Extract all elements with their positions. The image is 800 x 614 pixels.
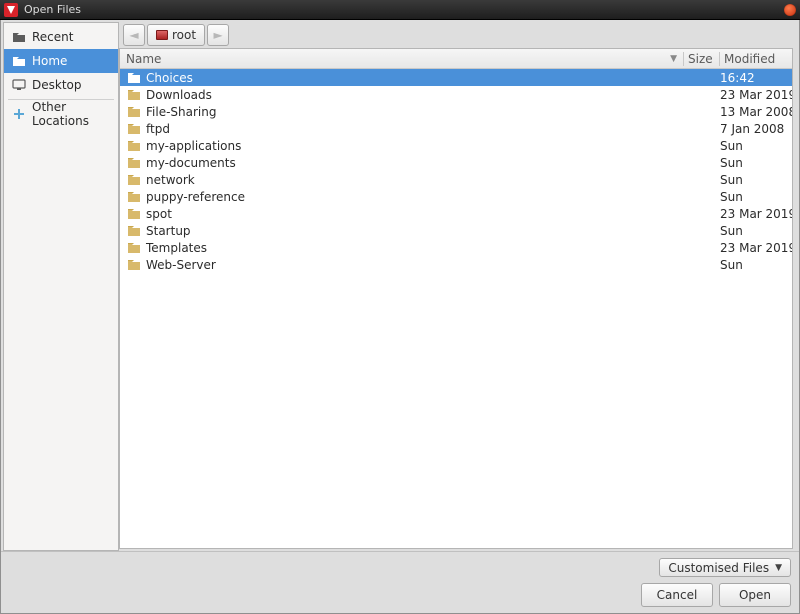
open-button[interactable]: Open (719, 583, 791, 607)
file-name: File-Sharing (142, 105, 684, 119)
file-row[interactable]: my-documents Sun (120, 154, 792, 171)
nav-forward-button[interactable]: ► (207, 24, 229, 46)
folder-icon (126, 259, 142, 271)
file-name: puppy-reference (142, 190, 684, 204)
column-header-size[interactable]: Size (684, 52, 720, 66)
button-label: Cancel (657, 588, 698, 602)
sidebar-item-recent[interactable]: Recent (4, 25, 118, 49)
sidebar-item-other-locations[interactable]: Other Locations (4, 102, 118, 126)
desktop-icon (12, 78, 26, 92)
file-name: Startup (142, 224, 684, 238)
file-filter-label: Customised Files (668, 561, 769, 575)
sidebar-item-label: Recent (32, 30, 73, 44)
file-row[interactable]: Web-Server Sun (120, 256, 792, 273)
column-header-modified[interactable]: Modified (720, 52, 792, 66)
folder-icon (12, 30, 26, 44)
file-modified: 7 Jan 2008 (720, 122, 792, 136)
sidebar-item-label: Desktop (32, 78, 82, 92)
column-header-name[interactable]: Name ▼ (120, 52, 684, 66)
file-name: spot (142, 207, 684, 221)
file-row[interactable]: puppy-reference Sun (120, 188, 792, 205)
file-name: my-documents (142, 156, 684, 170)
button-label: Open (739, 588, 771, 602)
dialog-footer: Customised Files ▼ Cancel Open (1, 551, 799, 613)
file-modified: Sun (720, 173, 792, 187)
file-filter-dropdown[interactable]: Customised Files ▼ (659, 558, 791, 577)
app-icon (4, 3, 18, 17)
file-modified: 23 Mar 2019 (720, 241, 792, 255)
nav-back-button[interactable]: ◄ (123, 24, 145, 46)
file-list: Name ▼ Size Modified Choices16:42Downloa… (119, 48, 793, 549)
sidebar-item-home[interactable]: Home (4, 49, 118, 73)
sidebar-item-desktop[interactable]: Desktop (4, 73, 118, 97)
folder-icon (126, 242, 142, 254)
file-modified: Sun (720, 156, 792, 170)
file-modified: Sun (720, 190, 792, 204)
file-modified: 13 Mar 2008 (720, 105, 792, 119)
close-icon[interactable] (784, 4, 796, 16)
file-modified: Sun (720, 139, 792, 153)
folder-icon (126, 89, 142, 101)
breadcrumb-root[interactable]: root (147, 24, 205, 46)
plus-icon (12, 107, 26, 121)
folder-icon (126, 225, 142, 237)
folder-icon (126, 72, 142, 84)
file-row[interactable]: ftpd 7 Jan 2008 (120, 120, 792, 137)
window-title: Open Files (24, 3, 784, 16)
chevron-right-icon: ► (213, 28, 222, 42)
file-row[interactable]: File-Sharing 13 Mar 2008 (120, 103, 792, 120)
file-modified: Sun (720, 258, 792, 272)
folder-icon (126, 208, 142, 220)
window-body: Recent Home Desktop Other Locations (0, 20, 800, 614)
drive-icon (156, 30, 168, 40)
file-modified: 23 Mar 2019 (720, 88, 792, 102)
folder-icon (126, 157, 142, 169)
path-bar: ◄ root ► (119, 22, 797, 48)
folder-icon (126, 123, 142, 135)
column-headers: Name ▼ Size Modified (120, 49, 792, 69)
file-row[interactable]: my-applications Sun (120, 137, 792, 154)
file-name: Choices (142, 71, 684, 85)
folder-icon (126, 106, 142, 118)
file-name: ftpd (142, 122, 684, 136)
column-header-label: Name (126, 52, 161, 66)
sidebar-item-label: Other Locations (32, 100, 110, 128)
file-name: Templates (142, 241, 684, 255)
column-header-label: Size (688, 52, 713, 66)
file-row[interactable]: network Sun (120, 171, 792, 188)
file-name: Downloads (142, 88, 684, 102)
window-titlebar: Open Files (0, 0, 800, 20)
file-modified: 23 Mar 2019 (720, 207, 792, 221)
sidebar-item-label: Home (32, 54, 67, 68)
upper-area: Recent Home Desktop Other Locations (3, 22, 797, 551)
file-row[interactable]: Choices 16:42 (120, 69, 792, 86)
chevron-down-icon: ▼ (775, 563, 782, 573)
places-sidebar: Recent Home Desktop Other Locations (3, 22, 119, 551)
folder-icon (126, 191, 142, 203)
file-rows: Choices16:42Downloads23 Mar 2019File-Sha… (120, 69, 792, 548)
cancel-button[interactable]: Cancel (641, 583, 713, 607)
file-modified: Sun (720, 224, 792, 238)
action-buttons: Cancel Open (641, 583, 791, 607)
chevron-left-icon: ◄ (129, 28, 138, 42)
file-row[interactable]: Templates 23 Mar 2019 (120, 239, 792, 256)
file-modified: 16:42 (720, 71, 792, 85)
file-name: network (142, 173, 684, 187)
folder-icon (12, 54, 26, 68)
folder-icon (126, 174, 142, 186)
sort-indicator-icon: ▼ (670, 54, 677, 64)
column-header-label: Modified (724, 52, 775, 66)
file-name: Web-Server (142, 258, 684, 272)
file-row[interactable]: Startup Sun (120, 222, 792, 239)
folder-icon (126, 140, 142, 152)
breadcrumb-label: root (172, 28, 196, 42)
file-name: my-applications (142, 139, 684, 153)
file-row[interactable]: Downloads 23 Mar 2019 (120, 86, 792, 103)
main-area: ◄ root ► Name ▼ Size (119, 22, 797, 551)
file-row[interactable]: spot 23 Mar 2019 (120, 205, 792, 222)
